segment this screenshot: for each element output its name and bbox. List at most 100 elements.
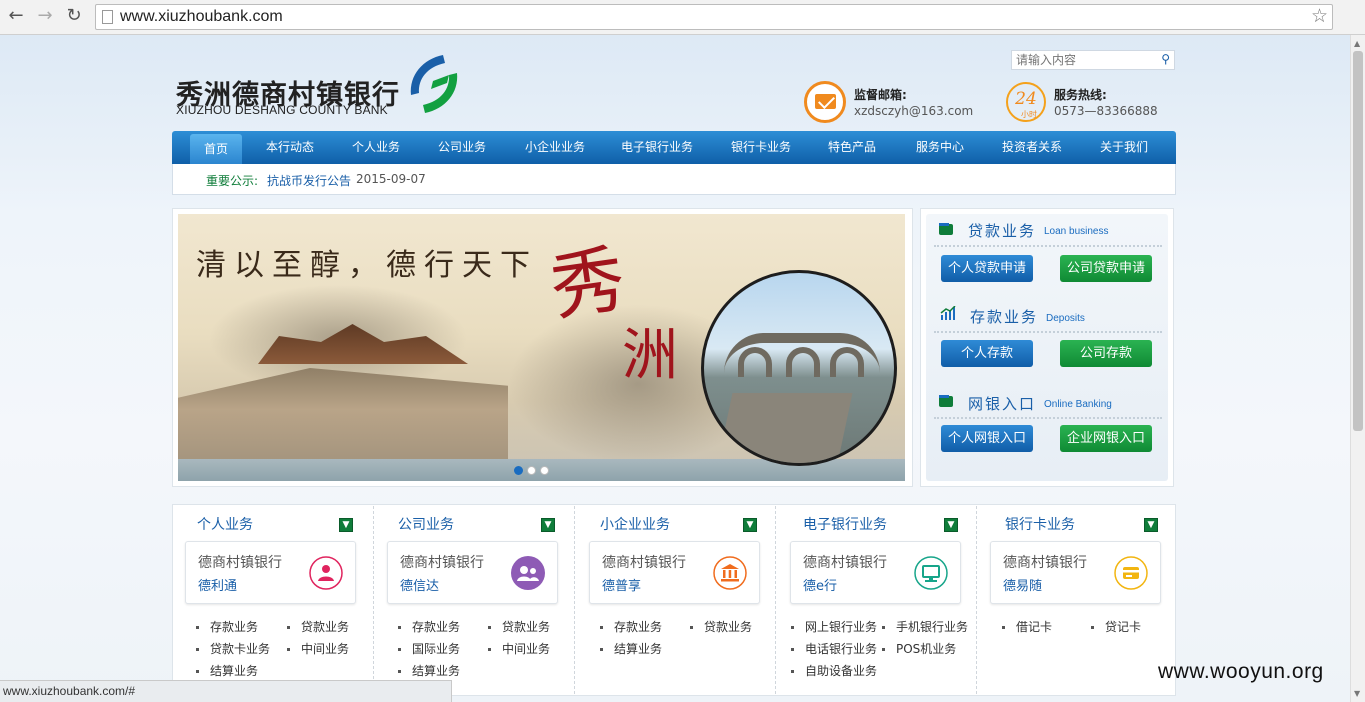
link-item[interactable]: 结算业务 <box>600 640 662 657</box>
slide-dot[interactable] <box>527 466 536 475</box>
download-arrow-icon[interactable]: ▼ <box>541 518 555 532</box>
bank-logo-icon[interactable] <box>403 53 465 115</box>
column-title-small-business[interactable]: 小企业业务 <box>600 514 670 534</box>
link-item[interactable]: 中间业务 <box>488 640 550 657</box>
link-item[interactable]: 结算业务 <box>196 662 258 679</box>
card-bank-name: 德商村镇银行 <box>602 555 686 571</box>
online-banking-title-en: Online Banking <box>1044 399 1112 410</box>
forward-icon[interactable]: → <box>34 5 56 27</box>
link-item[interactable]: 借记卡 <box>1002 618 1052 635</box>
card-bank-name: 德商村镇银行 <box>198 555 282 571</box>
computer-icon <box>913 555 949 591</box>
personal-loan-apply-button[interactable]: 个人贷款申请 <box>941 255 1033 282</box>
product-card-small-business[interactable]: 德商村镇银行 德普享 <box>589 541 760 604</box>
slide-indicator <box>514 464 553 478</box>
search-box[interactable]: ⚲ <box>1011 50 1175 70</box>
nav-home[interactable]: 首页 <box>190 134 242 164</box>
column-title-corporate[interactable]: 公司业务 <box>398 514 454 534</box>
download-arrow-icon[interactable]: ▼ <box>339 518 353 532</box>
reload-icon[interactable]: ↻ <box>63 5 85 27</box>
nav-small-business[interactable]: 小企业业务 <box>516 131 594 164</box>
search-input[interactable] <box>1012 51 1152 69</box>
slide-dot[interactable] <box>514 466 523 475</box>
link-item[interactable]: POS机业务 <box>882 640 956 657</box>
hero-banner[interactable]: 清以至醇，德行天下 秀 洲 <box>178 214 905 481</box>
link-item[interactable]: 自助设备业务 <box>791 662 877 679</box>
search-icon[interactable]: ⚲ <box>1161 52 1170 66</box>
hotline-24h-icon: 24 小时 <box>1006 82 1046 122</box>
nav-corporate[interactable]: 公司业务 <box>430 131 494 164</box>
link-item[interactable]: 国际业务 <box>398 640 460 657</box>
download-arrow-icon[interactable]: ▼ <box>944 518 958 532</box>
bookmark-star-icon[interactable]: ☆ <box>1311 5 1328 27</box>
nav-service-center[interactable]: 服务中心 <box>908 131 972 164</box>
card-bank-name: 德商村镇银行 <box>803 555 887 571</box>
download-arrow-icon[interactable]: ▼ <box>743 518 757 532</box>
watermark: www.wooyun.org <box>1158 660 1324 683</box>
corporate-deposit-button[interactable]: 公司存款 <box>1060 340 1152 367</box>
banner-calligraphy-2: 洲 <box>622 323 678 388</box>
product-card-corporate[interactable]: 德商村镇银行 德信达 <box>387 541 558 604</box>
scroll-down-icon[interactable]: ▼ <box>1354 689 1360 698</box>
link-item[interactable]: 电话银行业务 <box>791 640 877 657</box>
status-bar: www.xiuzhoubank.com/# <box>0 680 452 702</box>
link-item[interactable]: 贷款卡业务 <box>196 640 270 657</box>
link-item[interactable]: 存款业务 <box>398 618 460 635</box>
link-item[interactable]: 贷款业务 <box>488 618 550 635</box>
card-bank-name: 德商村镇银行 <box>1003 555 1087 571</box>
product-card-bank-card[interactable]: 德商村镇银行 德易随 <box>990 541 1161 604</box>
column-title-personal[interactable]: 个人业务 <box>197 514 253 534</box>
column-separator <box>775 506 776 694</box>
logo-english[interactable]: XIUZHOU DESHANG COUNTY BANK <box>176 103 388 117</box>
divider <box>934 417 1162 419</box>
column-title-bank-card[interactable]: 银行卡业务 <box>1005 514 1075 534</box>
url-text[interactable]: www.xiuzhoubank.com <box>120 8 283 26</box>
scrollbar[interactable]: ▲ ▼ <box>1350 35 1365 702</box>
link-item[interactable]: 存款业务 <box>600 618 662 635</box>
download-arrow-icon[interactable]: ▼ <box>1144 518 1158 532</box>
card-product-name: 德e行 <box>803 579 837 594</box>
slide-dot[interactable] <box>540 466 549 475</box>
nav-e-banking[interactable]: 电子银行业务 <box>612 131 702 164</box>
column-title-e-banking[interactable]: 电子银行业务 <box>803 514 887 534</box>
hotline-value: 0573—83366888 <box>1054 104 1158 118</box>
personal-online-banking-button[interactable]: 个人网银入口 <box>941 425 1033 452</box>
hotline-label: 服务热线: <box>1054 88 1107 102</box>
scroll-up-icon[interactable]: ▲ <box>1354 39 1360 48</box>
personal-deposit-button[interactable]: 个人存款 <box>941 340 1033 367</box>
deposit-title-en: Deposits <box>1046 313 1085 324</box>
link-item[interactable]: 贷记卡 <box>1091 618 1141 635</box>
banner-slogan: 清以至醇，德行天下 <box>196 248 538 283</box>
product-card-personal[interactable]: 德商村镇银行 德利通 <box>185 541 356 604</box>
card-product-name: 德信达 <box>400 579 440 594</box>
group-icon <box>510 555 546 591</box>
link-item[interactable]: 存款业务 <box>196 618 258 635</box>
scrollbar-thumb[interactable] <box>1353 51 1363 431</box>
card-product-name: 德利通 <box>198 579 238 594</box>
wallet-icon <box>939 223 953 235</box>
nav-personal[interactable]: 个人业务 <box>344 131 408 164</box>
nav-featured[interactable]: 特色产品 <box>820 131 884 164</box>
link-item[interactable]: 贷款业务 <box>690 618 752 635</box>
corporate-loan-apply-button[interactable]: 公司贷款申请 <box>1060 255 1152 282</box>
product-card-e-banking[interactable]: 德商村镇银行 德e行 <box>790 541 961 604</box>
link-item[interactable]: 中间业务 <box>287 640 349 657</box>
notice-link[interactable]: 抗战币发行公告 <box>267 172 351 189</box>
link-item[interactable]: 手机银行业务 <box>882 618 968 635</box>
nav-bank-card[interactable]: 银行卡业务 <box>722 131 800 164</box>
address-bar[interactable]: www.xiuzhoubank.com ☆ <box>95 4 1333 30</box>
notice-label: 重要公示: <box>206 174 259 188</box>
nav-investor-relations[interactable]: 投资者关系 <box>994 131 1070 164</box>
mail-value[interactable]: xzdsczyh@163.com <box>854 104 973 118</box>
link-item[interactable]: 网上银行业务 <box>791 618 877 635</box>
corporate-online-banking-button[interactable]: 企业网银入口 <box>1060 425 1152 452</box>
link-item[interactable]: 结算业务 <box>398 662 460 679</box>
back-icon[interactable]: ← <box>5 5 27 27</box>
banner-calligraphy-1: 秀 <box>545 236 631 332</box>
notice-bar: 重要公示: 抗战币发行公告 2015-09-07 <box>172 164 1176 195</box>
nav-about-us[interactable]: 关于我们 <box>1092 131 1156 164</box>
nav-bank-news[interactable]: 本行动态 <box>256 131 324 164</box>
link-item[interactable]: 贷款业务 <box>287 618 349 635</box>
bridge-photo-inset <box>701 270 897 466</box>
column-separator <box>373 506 374 694</box>
